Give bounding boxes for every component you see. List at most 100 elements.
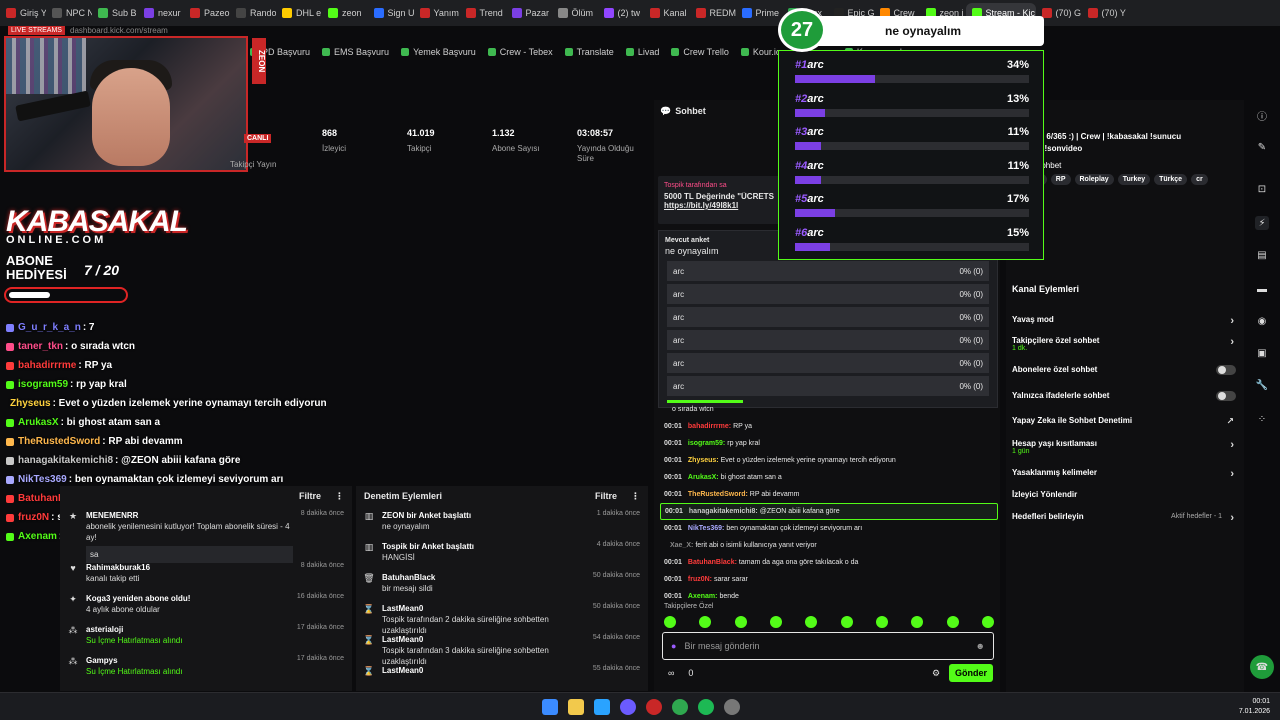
browser-tab[interactable]: nexur [138,3,184,23]
opera-icon[interactable] [646,699,662,715]
chat-message-user[interactable]: hanagakitakemichi8: [689,508,758,515]
edit-icon[interactable]: ✎ [1255,140,1269,154]
browser-tab[interactable]: Sub B [92,3,138,23]
chat-message-user[interactable]: NikTes369: [688,525,724,532]
moderation-item[interactable]: ⌛ LastMean0 Tospik tarafından 2 dakika sür… [356,599,648,635]
stream-tag[interactable]: cr [1191,174,1208,185]
activity-item[interactable]: ✦ Koga3 yeniden abone oldu! 4 aylık abone … [60,589,352,620]
chat-message-user[interactable]: Axenam: [688,593,718,600]
emote-icon[interactable] [664,616,676,628]
send-button[interactable]: Gönder [949,664,993,682]
pinned-message[interactable]: Tospik tarafından sa 5000 TL Değerinde "… [658,176,780,224]
chat-message[interactable]: 00:01 hanagakitakemichi8: @ZEON abiii kafa… [660,503,998,520]
document-icon[interactable]: ▤ [1255,248,1269,262]
chat-message[interactable]: 00:01 isogram59: rp yap kral [660,435,998,452]
chat-message[interactable]: 00:01 ArukasX: bi ghost atam san a [660,469,998,486]
file-explorer-icon[interactable] [568,699,584,715]
moderation-filter-button[interactable]: Filtre [595,491,617,502]
activity-item[interactable]: ⁂ asterialoji Su İçme Hatırlatması alındı 1… [60,620,352,651]
browser-tab[interactable]: (70) Y [1082,3,1128,23]
broadcast-icon[interactable]: ◉ [1255,314,1269,328]
pinned-link[interactable]: https://bit.ly/49I8k1l [664,201,774,210]
browser-tab[interactable]: Prime [736,3,782,23]
stream-tag[interactable]: Turkey [1117,174,1151,185]
poll-option[interactable]: arc 0% (0) [667,376,989,396]
channel-action[interactable]: Yavaş mod › [1012,315,1238,327]
poll-option[interactable]: arc 0% (0) [667,261,989,281]
browser-tab[interactable]: Giriş Y [0,3,46,23]
emote-icon[interactable] [805,616,818,628]
channel-action[interactable]: Yalnızca ifadelerle sohbet [1012,391,1238,401]
infinity-icon[interactable]: ∞ [668,668,674,678]
emoji-icon[interactable]: ☻ [976,641,985,651]
browser-tab[interactable]: NPC N [46,3,92,23]
more-icon[interactable]: ⋮ [631,491,640,502]
emote-icon[interactable] [699,616,712,628]
wrench-icon[interactable]: 🔧 [1255,378,1269,392]
emote-icon[interactable] [840,616,853,628]
browser-tab[interactable]: DHL e [276,3,322,23]
external-link-icon[interactable]: ↗ [1226,416,1234,427]
moderation-item[interactable]: ⌛ LastMean0 55 dakika önce [356,661,648,692]
xbox-icon[interactable] [672,699,688,715]
poll-option[interactable]: arc 0% (0) [667,353,989,373]
bookmark-item[interactable]: EMS Başvuru [322,47,389,57]
browser-tab[interactable]: (2) tw [598,3,644,23]
emote-icon[interactable] [981,616,994,628]
bookmark-item[interactable]: Crew - Tebex [487,47,553,57]
chat-message-user[interactable]: fruz0N: [688,576,712,583]
chat-message[interactable]: 00:01 Zhyseus: Evet o yüzden izelemek yeri… [660,452,998,469]
bookmark-item[interactable]: Livad [625,47,659,57]
activity-item[interactable]: ♥ Rahimakburak16 kanalı takip etti 8 dakika… [60,558,352,589]
chat-message[interactable]: 00:01 bahadirrrme: RP ya [660,418,998,435]
activity-item[interactable]: ⁂ Gampys Su İçme Hatırlatması alındı 17 dak… [60,651,352,682]
chevron-right-icon[interactable]: › [1230,512,1234,524]
windows-start-icon[interactable] [542,699,558,715]
channel-action[interactable]: Yapay Zeka ile Sohbet Denetimi ↗ [1012,416,1238,427]
spotify-icon[interactable] [698,699,714,715]
bookmark-item[interactable]: Translate [564,47,614,57]
chevron-right-icon[interactable]: › [1230,336,1234,348]
moderation-item[interactable]: 🗑 BatuhanBlack bir mesajı sildi 50 dakika ö… [356,568,648,599]
activity-item[interactable]: ★ MENEMENRR abonelik yenilemesini kutluyor… [60,506,352,563]
channel-action[interactable]: Yasaklanmış kelimeler › [1012,468,1238,480]
settings-app-icon[interactable] [724,699,740,715]
emote-icon[interactable] [769,616,782,628]
support-icon[interactable]: ☎ [1250,655,1274,679]
stream-tag[interactable]: Roleplay [1074,174,1114,185]
channel-action[interactable]: Takipçilere özel sohbet 1 dk. › [1012,336,1238,352]
moderation-item[interactable]: ⌛ LastMean0 Tospik tarafından 3 dakika sür… [356,630,648,666]
apps-icon[interactable]: ⁘ [1255,412,1269,426]
chat-message-user[interactable]: TheRustedSword: [688,491,748,498]
stream-tag[interactable]: RP [1050,174,1071,185]
browser-tab[interactable]: Rando [230,3,276,23]
chat-message-user[interactable]: isogram59: [688,440,725,447]
more-icon[interactable]: ⋮ [335,491,344,502]
toggle-switch[interactable] [1216,365,1236,375]
chat-input[interactable]: ● Bir mesaj gönderin ☻ [662,632,994,660]
bookmark-item[interactable]: Kour.io [740,47,781,57]
layout-icon[interactable]: ▣ [1255,346,1269,360]
browser-tab[interactable]: Ölüm [552,3,598,23]
moderation-item[interactable]: ▥ ZEON bir Anket başlattı ne oynayalım 1 da… [356,506,648,537]
channel-action[interactable]: Abonelere özel sohbet [1012,365,1238,375]
info-icon[interactable]: ⓘ [1255,108,1269,123]
chat-message-user[interactable]: Zhyseus: [688,457,719,464]
chevron-right-icon[interactable]: › [1230,315,1234,327]
channel-action[interactable]: Hesap yaşı kısıtlaması 1 gün › [1012,439,1238,455]
channel-action[interactable]: İzleyici Yönlendir [1012,490,1238,499]
poll-option[interactable]: arc 0% (0) [667,330,989,350]
chat-message-user[interactable]: bahadirrrme: [688,423,731,430]
stream-tag[interactable]: Türkçe [1154,174,1188,185]
poll-option[interactable]: arc 0% (0) [667,307,989,327]
bookmark-item[interactable]: Yemek Başvuru [401,47,476,57]
emote-icon[interactable] [734,616,747,628]
chat-message[interactable]: 00:01 fruz0N: sarar sarar [660,571,998,588]
toggle-switch[interactable] [1216,391,1236,401]
chat-message[interactable]: 00:01 NikTes369: ben oynamaktan çok izleme… [660,520,998,537]
discord-icon[interactable] [620,699,636,715]
chat-message[interactable]: 00:01 BatuhanBlack: tamam da aga ona göre … [660,554,998,571]
poll-option[interactable]: arc 0% (0) [667,284,989,304]
chat-message-user[interactable]: Xae_X: [670,542,693,549]
emote-icon[interactable] [911,616,924,628]
